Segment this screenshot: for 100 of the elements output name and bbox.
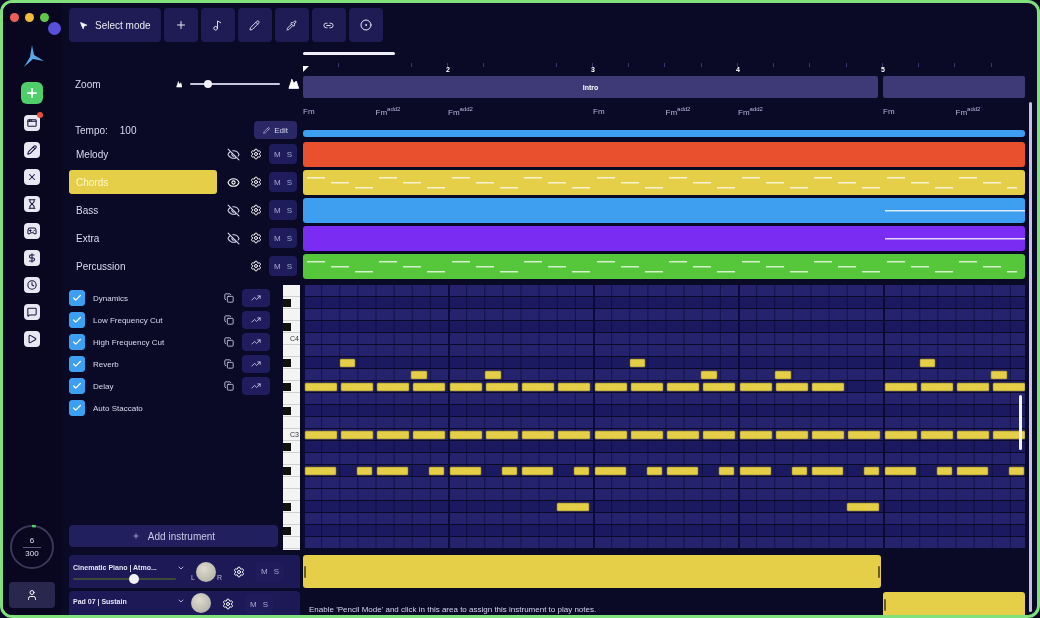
dollar-button[interactable] <box>24 250 40 266</box>
volume-slider-thumb[interactable] <box>128 573 139 584</box>
settings-icon[interactable] <box>250 176 262 188</box>
effect-name: Reverb <box>93 359 120 369</box>
instrument-clip[interactable] <box>883 592 1025 615</box>
check-icon <box>72 293 82 303</box>
play-button[interactable] <box>24 331 40 347</box>
mute-button[interactable]: M <box>271 200 284 220</box>
eye-off-icon[interactable] <box>226 203 240 217</box>
trend-icon <box>251 359 261 369</box>
effect-checkbox[interactable] <box>69 312 85 328</box>
pencil-tool-button[interactable] <box>237 8 272 42</box>
zoom-button[interactable] <box>40 13 49 22</box>
track-lane[interactable] <box>303 226 1025 251</box>
automation-button[interactable] <box>242 289 270 307</box>
edit-button[interactable]: Edit <box>254 121 297 139</box>
automation-button[interactable] <box>242 311 270 329</box>
track-name[interactable]: Bass <box>69 198 217 222</box>
zoom-slider-thumb[interactable] <box>204 80 213 88</box>
check-icon <box>72 403 82 413</box>
solo-button[interactable]: S <box>259 594 271 614</box>
select-mode-button[interactable]: Select mode <box>69 8 161 42</box>
solo-button[interactable]: S <box>270 561 282 582</box>
vertical-scrollbar[interactable] <box>1028 102 1032 612</box>
chord-label: Fm$^{add2}$ <box>738 107 763 117</box>
settings-icon[interactable] <box>250 204 262 216</box>
effect-checkbox[interactable] <box>69 378 85 394</box>
scroll-thumb[interactable] <box>1019 395 1022 450</box>
add-tool-button[interactable] <box>163 8 198 42</box>
copy-icon[interactable] <box>224 381 234 391</box>
track-name[interactable]: Melody <box>69 142 217 166</box>
playhead-icon[interactable] <box>303 66 309 72</box>
mute-button[interactable]: M <box>271 256 284 276</box>
eye-icon[interactable] <box>226 175 240 189</box>
copy-icon[interactable] <box>224 337 234 347</box>
account-button[interactable] <box>9 582 55 608</box>
solo-button[interactable]: S <box>283 256 295 276</box>
check-icon <box>72 381 82 391</box>
zoom-out-icon[interactable] <box>175 80 183 88</box>
link-tool-button[interactable] <box>311 8 346 42</box>
mute-button[interactable]: M <box>271 172 284 192</box>
mute-button[interactable]: M <box>271 144 284 164</box>
add-instrument-button[interactable]: Add instrument <box>69 525 278 547</box>
trend-icon <box>251 315 261 325</box>
mute-button[interactable]: M <box>271 228 284 248</box>
settings-icon[interactable] <box>222 598 234 610</box>
caret-icon[interactable] <box>177 597 185 605</box>
pan-knob[interactable] <box>195 561 216 582</box>
copy-icon[interactable] <box>224 359 234 369</box>
pencil-icon <box>263 126 271 134</box>
track-name[interactable]: Percussion <box>69 254 217 278</box>
minimize-button[interactable] <box>25 13 34 22</box>
gamepad-button[interactable] <box>24 223 40 239</box>
copy-icon[interactable] <box>224 293 234 303</box>
track-lane[interactable] <box>303 254 1025 279</box>
notes-tool-button[interactable] <box>200 8 235 42</box>
hourglass-button[interactable] <box>24 196 40 212</box>
effect-checkbox[interactable] <box>69 290 85 306</box>
close-button[interactable] <box>10 13 19 22</box>
solo-button[interactable]: S <box>283 228 295 248</box>
mute-button[interactable]: M <box>247 594 260 614</box>
notification-dot <box>37 112 43 118</box>
solo-button[interactable]: S <box>283 172 295 192</box>
pointer-icon <box>79 20 88 30</box>
pipette-tool-button[interactable] <box>274 8 309 42</box>
pan-knob[interactable] <box>191 593 211 613</box>
zoom-label: Zoom <box>75 78 102 90</box>
trend-icon <box>251 337 261 347</box>
automation-button[interactable] <box>242 333 270 351</box>
dollar-icon <box>27 253 37 263</box>
clock-button[interactable] <box>24 277 40 293</box>
track-lane[interactable] <box>303 170 1025 195</box>
zoom-in-icon[interactable] <box>288 78 300 90</box>
settings-icon[interactable] <box>250 232 262 244</box>
plus-icon <box>131 532 140 540</box>
automation-button[interactable] <box>242 355 270 373</box>
copy-icon[interactable] <box>224 315 234 325</box>
cross-button[interactable] <box>24 169 40 185</box>
record-tool-button[interactable] <box>348 8 383 42</box>
instrument-clip[interactable] <box>303 555 881 588</box>
settings-icon[interactable] <box>232 565 245 578</box>
mute-button[interactable]: M <box>257 561 271 582</box>
eye-off-icon[interactable] <box>226 147 240 161</box>
effect-checkbox[interactable] <box>69 400 85 416</box>
track-lane[interactable] <box>303 198 1025 223</box>
settings-icon[interactable] <box>250 260 262 272</box>
window-button[interactable] <box>24 115 40 131</box>
solo-button[interactable]: S <box>283 200 295 220</box>
automation-button[interactable] <box>242 377 270 395</box>
chat-button[interactable] <box>24 304 40 320</box>
settings-icon[interactable] <box>250 148 262 160</box>
add-button[interactable] <box>21 82 43 104</box>
effect-checkbox[interactable] <box>69 356 85 372</box>
effect-checkbox[interactable] <box>69 334 85 350</box>
track-name[interactable]: Extra <box>69 226 217 250</box>
music-note-icon <box>212 19 224 31</box>
pencil-button[interactable] <box>24 142 40 158</box>
solo-button[interactable]: S <box>283 144 295 164</box>
track-lane[interactable] <box>303 142 1025 167</box>
eye-off-icon[interactable] <box>226 231 240 245</box>
